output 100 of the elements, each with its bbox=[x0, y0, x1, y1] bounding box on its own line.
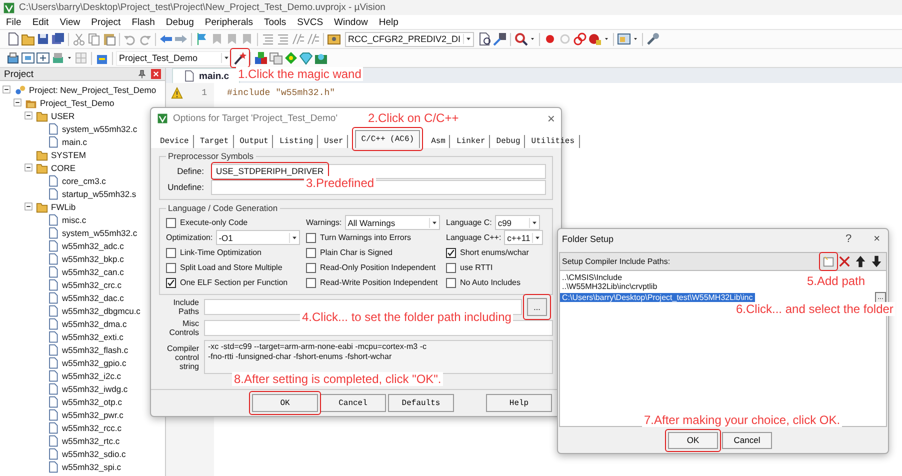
menu-item[interactable]: File bbox=[6, 16, 22, 28]
package-icon[interactable] bbox=[314, 51, 328, 65]
new-folder-icon[interactable] bbox=[822, 255, 835, 268]
tree-item[interactable]: Project_Test_Demo bbox=[40, 98, 114, 108]
diamond-icon[interactable] bbox=[299, 51, 313, 65]
tree-item[interactable]: startup_w55mh32.s bbox=[62, 188, 136, 198]
collapse-icon[interactable] bbox=[24, 111, 33, 120]
checkbox[interactable] bbox=[166, 278, 176, 288]
magic-wand-icon[interactable] bbox=[233, 51, 247, 65]
tree-item[interactable]: w55mh32_dma.c bbox=[62, 318, 127, 328]
menu-item[interactable]: Edit bbox=[32, 16, 49, 28]
dropdown[interactable]: c99 bbox=[494, 215, 540, 230]
gem-icon[interactable] bbox=[284, 51, 298, 65]
tab[interactable]: C/C++ (AC6) bbox=[355, 130, 420, 148]
checkbox[interactable] bbox=[306, 262, 316, 272]
collapse-icon[interactable] bbox=[24, 202, 33, 211]
open-folder-icon[interactable] bbox=[21, 32, 35, 46]
uncomment-icon[interactable] bbox=[306, 32, 320, 46]
target-dropdown[interactable]: Project_Test_Demo bbox=[116, 50, 232, 66]
tree-item[interactable]: w55mh32_bkp.c bbox=[62, 254, 124, 264]
tree-item[interactable]: system_w55mh32.c bbox=[62, 124, 138, 134]
dropdown[interactable]: All Warnings bbox=[344, 215, 440, 230]
cut-icon[interactable] bbox=[72, 32, 86, 46]
menu-item[interactable]: Window bbox=[334, 16, 368, 28]
menu-item[interactable]: Flash bbox=[132, 16, 155, 28]
collapse-icon[interactable] bbox=[24, 163, 33, 172]
checkbox[interactable] bbox=[166, 218, 176, 228]
find-in-file-icon[interactable] bbox=[478, 32, 492, 46]
dialog-button[interactable]: Cancel bbox=[722, 432, 772, 448]
tab[interactable]: Listing bbox=[275, 135, 318, 148]
save-icon[interactable] bbox=[36, 32, 50, 46]
checkbox[interactable] bbox=[166, 248, 176, 258]
build-icon[interactable] bbox=[6, 51, 20, 65]
checkbox[interactable] bbox=[446, 248, 456, 258]
menu-item[interactable]: Project bbox=[91, 16, 121, 28]
checkbox[interactable] bbox=[166, 262, 176, 272]
search-icon[interactable] bbox=[514, 32, 528, 46]
back-arrow-icon[interactable] bbox=[159, 32, 173, 46]
close-button[interactable]: × bbox=[547, 110, 555, 126]
tree-item[interactable]: CORE bbox=[51, 162, 76, 172]
down-arrow-icon[interactable] bbox=[870, 255, 883, 268]
tree-item[interactable]: w55mh32_i2c.c bbox=[62, 370, 122, 380]
menu-item[interactable]: View bbox=[60, 16, 80, 28]
collapse-icon[interactable] bbox=[13, 98, 22, 107]
tab[interactable]: Utilities bbox=[527, 135, 580, 148]
paste-icon[interactable] bbox=[102, 32, 116, 46]
tree-item[interactable]: core_cm3.c bbox=[62, 176, 106, 186]
windows-icon[interactable] bbox=[269, 51, 283, 65]
tab[interactable]: Device bbox=[156, 135, 194, 148]
dropdown[interactable]: c++11 bbox=[504, 230, 544, 245]
collapse-icon[interactable] bbox=[2, 85, 11, 94]
tree-item[interactable]: FWLib bbox=[51, 202, 76, 212]
tree-item[interactable]: w55mh32_dbgmcu.c bbox=[62, 306, 140, 316]
wrench-icon[interactable] bbox=[646, 32, 660, 46]
tab[interactable]: Linker bbox=[452, 135, 490, 148]
batch-build-icon[interactable] bbox=[36, 51, 50, 65]
tree-item[interactable]: w55mh32_iwdg.c bbox=[62, 384, 128, 394]
tab[interactable]: Asm bbox=[427, 135, 450, 148]
browse-button[interactable]: ... bbox=[527, 298, 547, 316]
tree-item[interactable]: w55mh32_pwr.c bbox=[62, 410, 124, 420]
tree-item[interactable]: system_w55mh32.c bbox=[62, 228, 138, 238]
comment-icon[interactable] bbox=[291, 32, 305, 46]
window-icon[interactable] bbox=[616, 32, 631, 46]
rebuild-icon[interactable] bbox=[21, 51, 35, 65]
path-item[interactable]: ..\W55MH32Lib\inc\crvptlib bbox=[560, 282, 660, 291]
tree-item[interactable]: USER bbox=[51, 110, 75, 120]
checkbox[interactable] bbox=[306, 232, 316, 242]
tab[interactable]: Output bbox=[236, 135, 274, 148]
tree-item[interactable]: w55mh32_rtc.c bbox=[62, 436, 120, 446]
tree-item[interactable]: w55mh32_crc.c bbox=[62, 280, 122, 290]
tab[interactable]: Target bbox=[196, 135, 234, 148]
menu-item[interactable]: Peripherals bbox=[204, 16, 253, 28]
tab[interactable]: Debug bbox=[492, 135, 526, 148]
tree-item[interactable]: misc.c bbox=[62, 214, 86, 224]
save-all-icon[interactable] bbox=[51, 32, 65, 46]
tree-item[interactable]: w55mh32_gpio.c bbox=[62, 358, 126, 368]
checkbox[interactable] bbox=[446, 278, 456, 288]
tree-item[interactable]: w55mh32_can.c bbox=[62, 266, 124, 276]
menu-item[interactable]: SVCS bbox=[297, 16, 324, 28]
dialog-button[interactable]: Help bbox=[486, 394, 552, 412]
tree-item[interactable]: w55mh32_rcc.c bbox=[62, 422, 122, 432]
tree-item[interactable]: w55mh32_spi.c bbox=[62, 462, 122, 472]
dialog-button[interactable]: OK bbox=[252, 394, 318, 412]
outdent-icon[interactable] bbox=[276, 32, 290, 46]
define-field[interactable]: USE_STDPERIPH_DRIVER bbox=[211, 164, 546, 178]
close-button[interactable]: × bbox=[874, 233, 880, 245]
tree-item[interactable]: w55mh32_otp.c bbox=[62, 396, 122, 406]
checkbox[interactable] bbox=[306, 278, 316, 288]
menu-item[interactable]: Tools bbox=[264, 16, 286, 28]
tree-item[interactable]: Project: New_Project_Test_Demo bbox=[29, 84, 156, 94]
tree-item[interactable]: w55mh32_dac.c bbox=[62, 292, 124, 302]
copy-icon[interactable] bbox=[87, 32, 101, 46]
blocks-icon[interactable] bbox=[254, 51, 268, 65]
pin-icon[interactable] bbox=[137, 69, 147, 79]
tree-item[interactable]: w55mh32_adc.c bbox=[62, 240, 124, 250]
tab[interactable]: User bbox=[320, 135, 348, 148]
tree-item[interactable]: w55mh32_sdio.c bbox=[62, 448, 126, 458]
configure-icon[interactable] bbox=[327, 32, 341, 46]
tree-item[interactable]: main.c bbox=[62, 136, 88, 146]
dialog-button[interactable]: Defaults bbox=[388, 394, 454, 412]
